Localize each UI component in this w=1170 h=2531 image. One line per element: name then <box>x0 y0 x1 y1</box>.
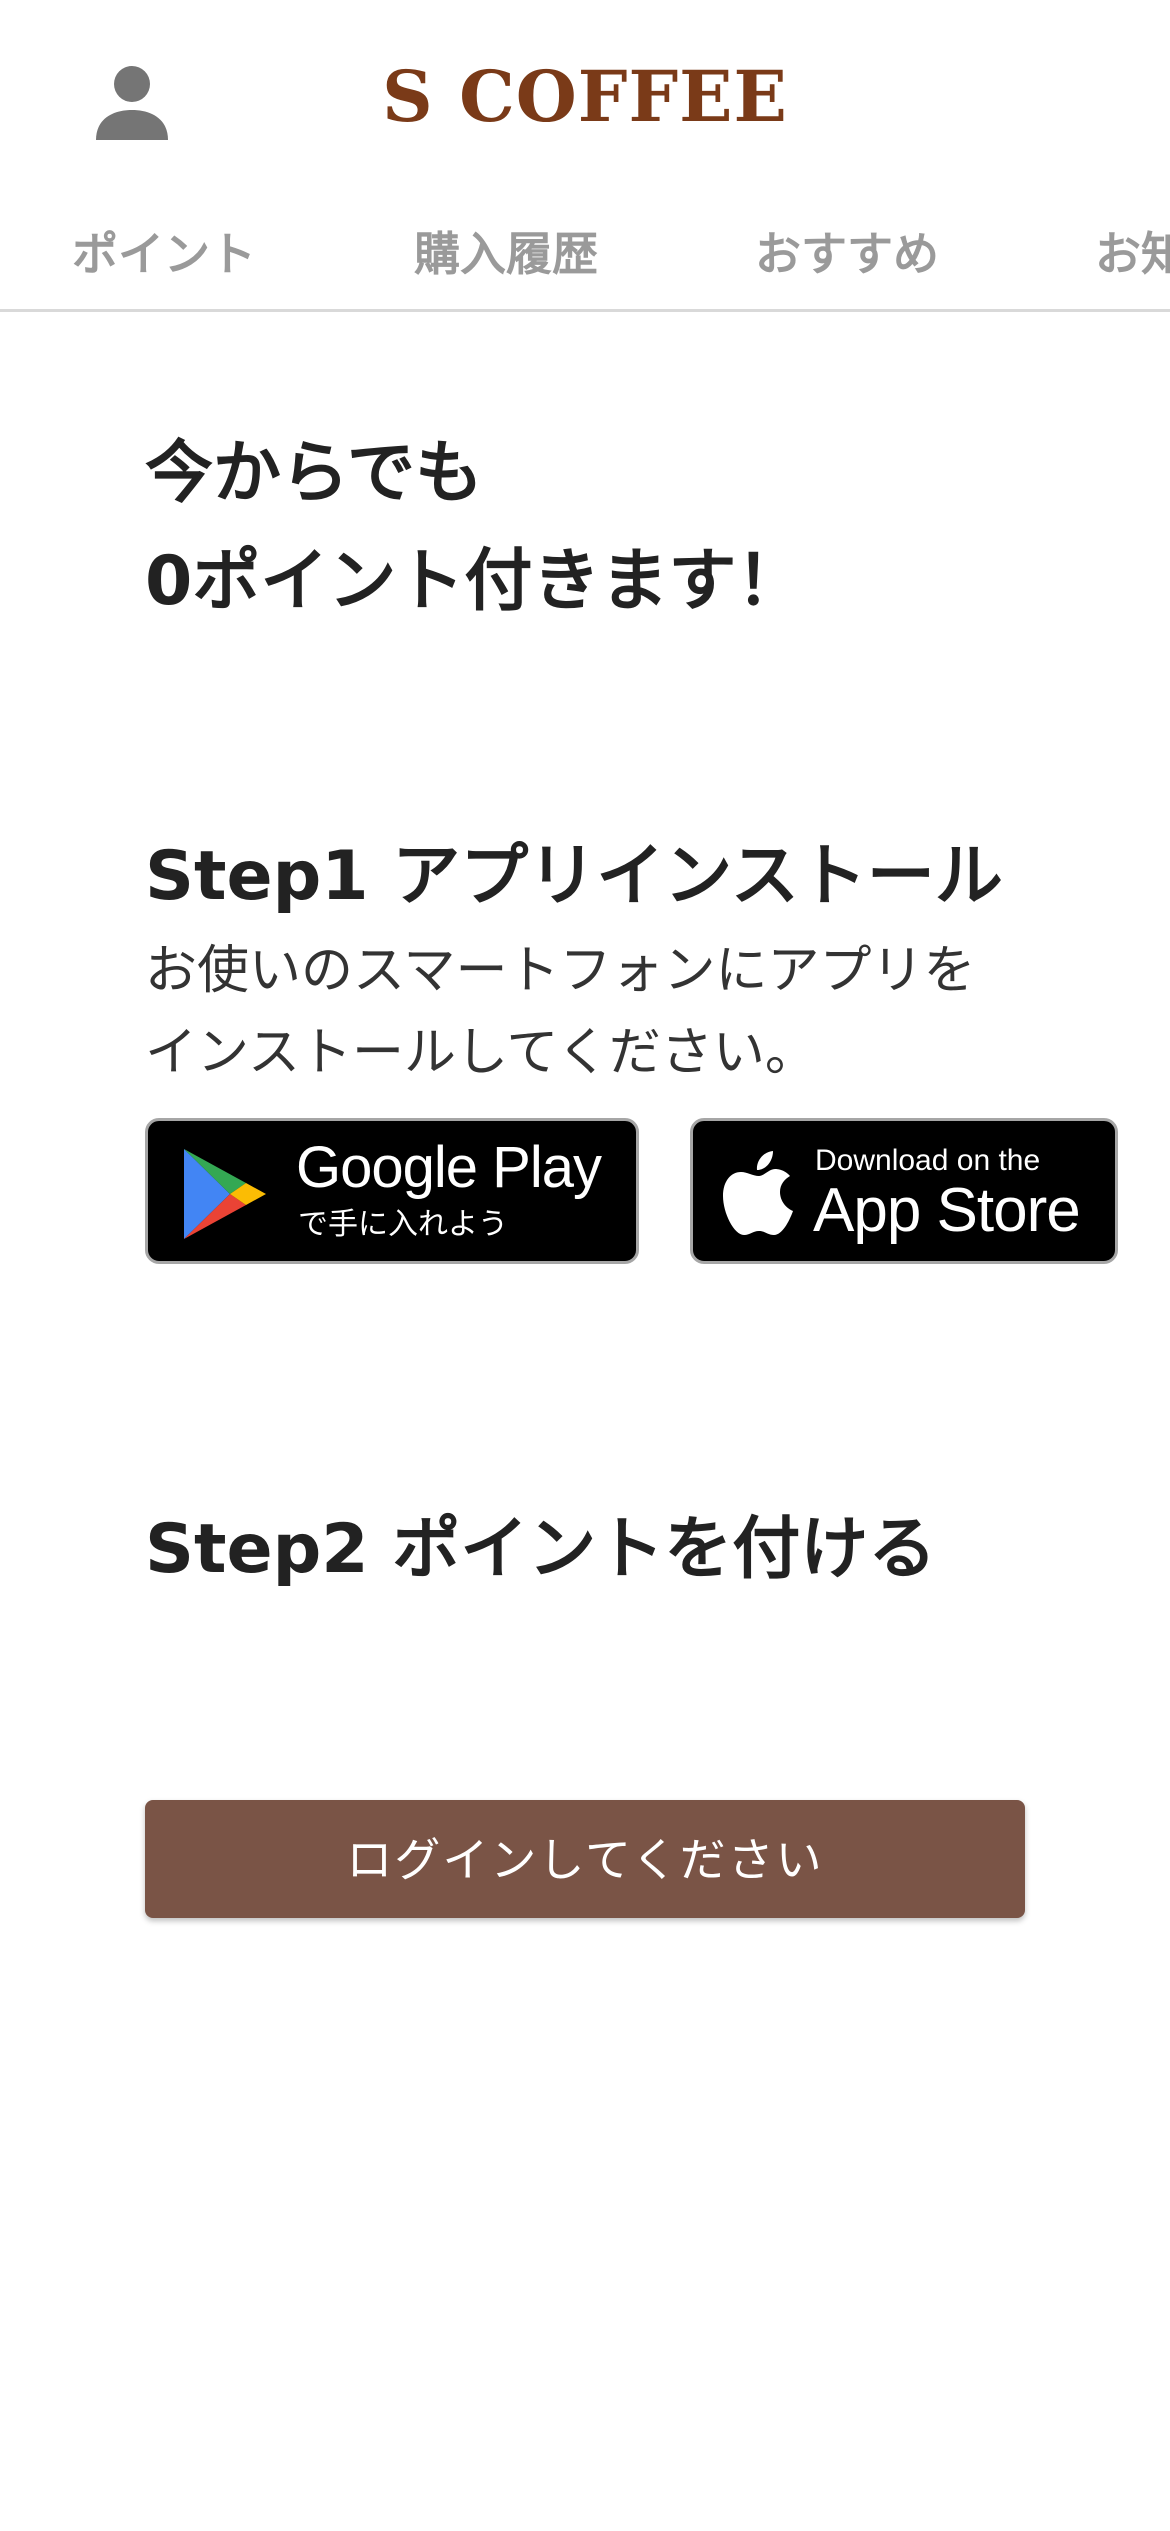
tab-purchase-history[interactable]: 購入履歴 <box>414 224 598 284</box>
brand-logo-text: S COFFEE <box>382 55 788 138</box>
points-headline: 今からでも 0ポイント付きます！ <box>145 420 1125 636</box>
google-play-main-text: Google Play <box>296 1135 602 1200</box>
tab-notices[interactable]: お知 <box>1095 224 1170 284</box>
step1-description: お使いのスマートフォンにアプリを インストールしてください。 <box>145 930 1105 1094</box>
login-button[interactable]: ログインしてください <box>145 1800 1025 1918</box>
app-store-main-text: App Store <box>813 1176 1081 1245</box>
step1-desc-line-1: お使いのスマートフォンにアプリを <box>145 941 976 1001</box>
step1-title: Step1 アプリインストール <box>145 837 1003 916</box>
google-play-icon <box>184 1149 266 1239</box>
app-header: S COFFEE <box>0 0 1170 195</box>
step1-desc-line-2: インストールしてください。 <box>145 1023 817 1083</box>
app-store-sub-text: Download on the <box>815 1144 1041 1177</box>
headline-line-2: 0ポイント付きます！ <box>145 542 805 621</box>
headline-line-1: 今からでも <box>145 434 483 513</box>
tab-recommendations[interactable]: おすすめ <box>755 224 939 284</box>
tab-points[interactable]: ポイント <box>72 224 256 284</box>
google-play-sub-text: で手に入れよう <box>298 1207 508 1242</box>
apple-icon <box>723 1151 793 1235</box>
step2-title: Step2 ポイントを付ける <box>145 1510 937 1589</box>
google-play-badge[interactable]: Google Play で手に入れよう <box>145 1118 639 1264</box>
tab-bar: ポイント 購入履歴 おすすめ お知 <box>0 200 1170 312</box>
app-store-badge[interactable]: Download on the App Store <box>690 1118 1118 1264</box>
